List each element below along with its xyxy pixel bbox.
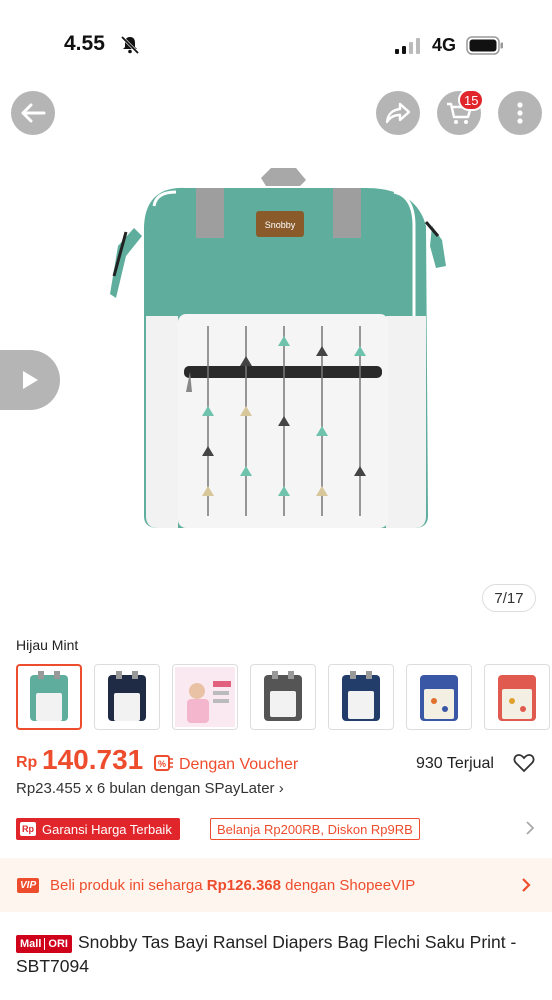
guarantee-label: Garansi Harga Terbaik [42, 821, 172, 837]
vip-tag: VIP [17, 878, 40, 893]
variant-thumb[interactable] [250, 664, 316, 730]
variant-thumb[interactable] [16, 664, 82, 730]
share-icon [385, 102, 411, 124]
bag-thumb-image [420, 675, 458, 721]
bell-off-icon [120, 35, 140, 55]
image-counter: 7/17 [482, 584, 536, 612]
sold-count: 930 Terjual [416, 755, 494, 772]
price-amount: 140.731 [42, 744, 144, 775]
signal-icon [395, 38, 420, 54]
product-image[interactable]: Snobby 15 7/17 [0, 88, 552, 620]
voucher-text[interactable]: Dengan Voucher [179, 756, 298, 774]
back-arrow-icon [21, 103, 46, 123]
variant-thumb[interactable] [406, 664, 472, 730]
bag-thumb-image [342, 671, 380, 721]
variant-thumb[interactable] [484, 664, 550, 730]
play-icon [23, 371, 38, 389]
chevron-right-icon [526, 821, 535, 835]
back-button[interactable] [11, 91, 55, 135]
status-time: 4.55 [64, 32, 105, 55]
mall-ori-badge: Mall ORI [16, 935, 72, 953]
share-button[interactable] [376, 91, 420, 135]
product-title-text: Snobby Tas Bayi Ransel Diapers Bag Flech… [16, 932, 517, 976]
cart-count-badge: 15 [458, 89, 485, 111]
price-guarantee-badge: Rp Garansi Harga Terbaik [16, 818, 180, 840]
variant-thumb[interactable] [94, 664, 160, 730]
backpack-illustration: Snobby [110, 168, 446, 528]
paylater-info[interactable]: Rp23.455 x 6 bulan dengan SPayLater › [16, 780, 284, 797]
shopee-vip-banner[interactable]: VIP Beli produk ini seharga Rp126.368 de… [0, 858, 552, 912]
svg-text:%: % [158, 759, 166, 769]
chevron-right-icon: › [278, 780, 284, 797]
vip-text: Beli produk ini seharga Rp126.368 dengan… [50, 877, 416, 894]
svg-text:Snobby: Snobby [265, 220, 296, 230]
promo-badge: Belanja Rp200RB, Diskon Rp9RB [210, 818, 420, 840]
heart-icon[interactable] [513, 753, 535, 773]
paylater-text: Rp23.455 x 6 bulan dengan SPayLater [16, 780, 275, 797]
variant-label: Hijau Mint [16, 637, 79, 653]
guarantee-row[interactable]: Rp Garansi Harga Terbaik Belanja Rp200RB… [16, 818, 536, 840]
more-button[interactable] [498, 91, 542, 135]
network-type: 4G [432, 35, 457, 55]
variant-thumb[interactable] [172, 664, 238, 730]
variant-thumbnails [16, 664, 550, 730]
variant-thumb[interactable] [328, 664, 394, 730]
price-row: Rp 140.731 % Dengan Voucher 930 Terjual [16, 744, 536, 780]
bag-thumb-image [264, 671, 302, 721]
product-title: Mall ORI Snobby Tas Bayi Ransel Diapers B… [16, 930, 536, 978]
bag-thumb-image [498, 675, 536, 721]
guarantee-icon: Rp [20, 822, 36, 836]
battery-icon [466, 36, 503, 55]
voucher-icon: % [154, 755, 173, 771]
chevron-right-icon [522, 878, 531, 892]
status-bar: 4.55 4G [0, 0, 552, 88]
promo-thumb-image [175, 667, 235, 727]
price-currency: Rp [16, 754, 38, 771]
play-video-button[interactable] [0, 350, 60, 410]
bag-thumb-image [108, 671, 146, 721]
bag-thumb-image [30, 671, 68, 721]
more-vertical-icon [517, 102, 523, 124]
